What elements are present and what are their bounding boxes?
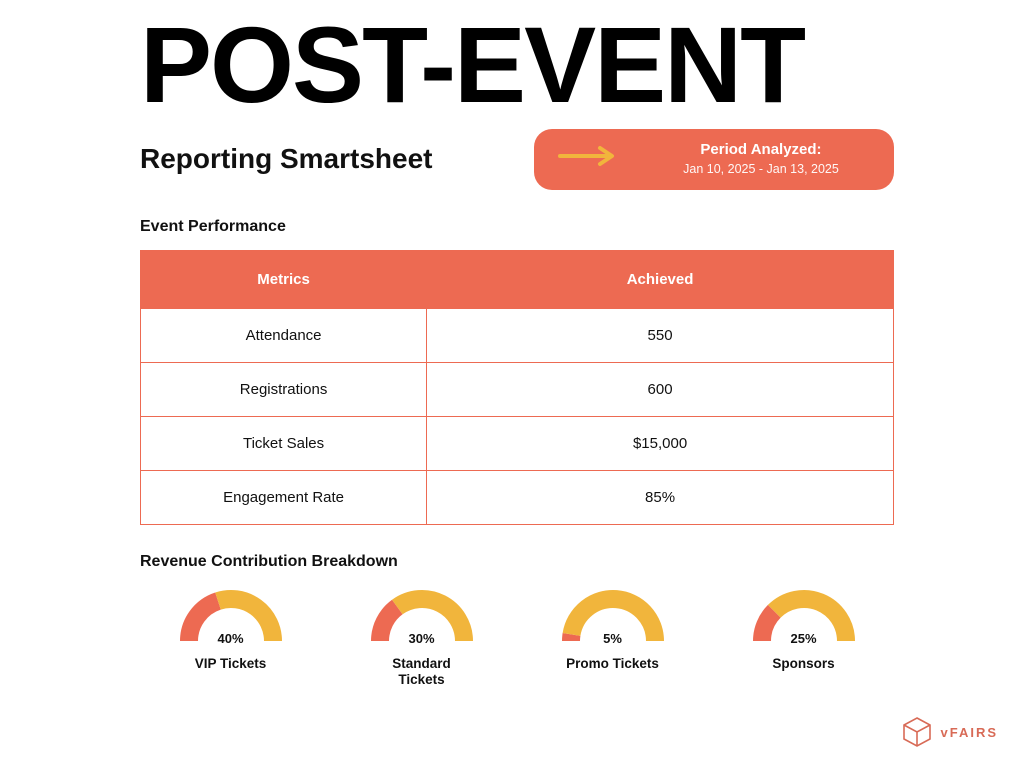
metric-cell: Engagement Rate <box>141 470 427 524</box>
col-metrics: Metrics <box>141 250 427 308</box>
achieved-cell: 600 <box>427 362 894 416</box>
brand-name: vFAIRS <box>940 725 998 740</box>
achieved-cell: $15,000 <box>427 416 894 470</box>
arrow-right-icon <box>558 145 620 172</box>
table-row: Attendance550 <box>141 308 894 362</box>
page-title: POST-EVENT <box>140 14 894 117</box>
table-row: Engagement Rate85% <box>141 470 894 524</box>
table-row: Registrations600 <box>141 362 894 416</box>
gauge-percent: 30% <box>342 631 502 646</box>
gauge-label: Sponsors <box>724 656 884 673</box>
gauge-label: Promo Tickets <box>533 656 693 673</box>
performance-table: Metrics Achieved Attendance550Registrati… <box>140 250 894 525</box>
gauge-percent: 40% <box>151 631 311 646</box>
page-subtitle: Reporting Smartsheet <box>140 143 433 175</box>
table-row: Ticket Sales$15,000 <box>141 416 894 470</box>
period-pill: Period Analyzed: Jan 10, 2025 - Jan 13, … <box>534 129 894 190</box>
gauge-percent: 5% <box>533 631 693 646</box>
gauge: 30% StandardTickets <box>342 585 502 690</box>
brand-logo: vFAIRS <box>902 716 998 748</box>
gauge: 40% VIP Tickets <box>151 585 311 690</box>
metric-cell: Attendance <box>141 308 427 362</box>
gauge: 5% Promo Tickets <box>533 585 693 690</box>
gauge-label: StandardTickets <box>342 656 502 690</box>
period-range: Jan 10, 2025 - Jan 13, 2025 <box>656 162 866 176</box>
col-achieved: Achieved <box>427 250 894 308</box>
achieved-cell: 85% <box>427 470 894 524</box>
gauge-percent: 25% <box>724 631 884 646</box>
gauge-label: VIP Tickets <box>151 656 311 673</box>
metric-cell: Registrations <box>141 362 427 416</box>
gauge: 25% Sponsors <box>724 585 884 690</box>
metric-cell: Ticket Sales <box>141 416 427 470</box>
section-title-breakdown: Revenue Contribution Breakdown <box>140 553 894 571</box>
achieved-cell: 550 <box>427 308 894 362</box>
brand-cube-icon <box>902 716 932 748</box>
period-label: Period Analyzed: <box>656 141 866 158</box>
gauges-row: 40% VIP Tickets 30% StandardTickets 5% Promo … <box>140 585 894 690</box>
section-title-performance: Event Performance <box>140 218 894 236</box>
